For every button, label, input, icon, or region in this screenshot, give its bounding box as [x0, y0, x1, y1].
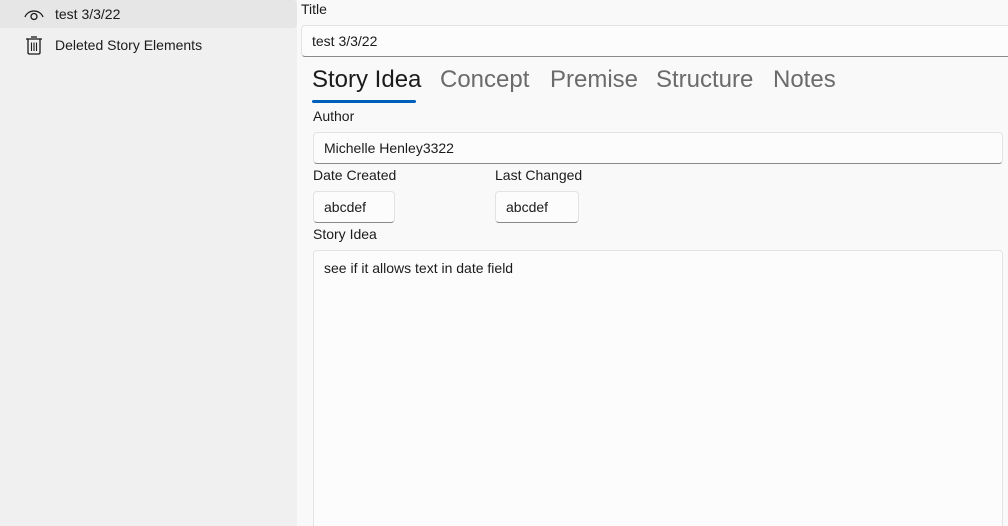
title-label: Title: [301, 1, 327, 17]
story-overview-panel: Title test 3/3/22 Story Idea Concept Pre…: [297, 0, 1008, 526]
date-created-input[interactable]: abcdef: [313, 191, 395, 223]
app-window: test 3/3/22 Deleted Story Elements Title…: [0, 0, 1008, 526]
last-changed-label: Last Changed: [495, 167, 583, 183]
sidebar-item-deleted-story-elements[interactable]: Deleted Story Elements: [0, 31, 297, 59]
title-input[interactable]: test 3/3/22: [301, 25, 1008, 57]
author-input[interactable]: Michelle Henley3322: [313, 132, 1003, 164]
sidebar-item-label: Deleted Story Elements: [55, 37, 203, 53]
active-tab-indicator: [312, 100, 416, 103]
story-idea-textarea[interactable]: see if it allows text in date field: [313, 250, 1003, 526]
trash-icon: [24, 35, 44, 55]
tab-structure[interactable]: Structure: [656, 66, 753, 94]
tab-concept[interactable]: Concept: [440, 66, 529, 94]
tab-notes[interactable]: Notes: [773, 66, 836, 94]
tab-premise[interactable]: Premise: [550, 66, 638, 94]
story-idea-label: Story Idea: [313, 226, 377, 242]
author-label: Author: [313, 108, 355, 124]
eye-icon: [24, 4, 44, 24]
sidebar-item-label: test 3/3/22: [55, 6, 121, 22]
date-created-label: Date Created: [313, 167, 397, 183]
sidebar-item-test-story[interactable]: test 3/3/22: [0, 0, 297, 28]
last-changed-input[interactable]: abcdef: [495, 191, 579, 223]
sidebar: test 3/3/22 Deleted Story Elements: [0, 0, 297, 526]
tab-story-idea[interactable]: Story Idea: [312, 66, 421, 94]
